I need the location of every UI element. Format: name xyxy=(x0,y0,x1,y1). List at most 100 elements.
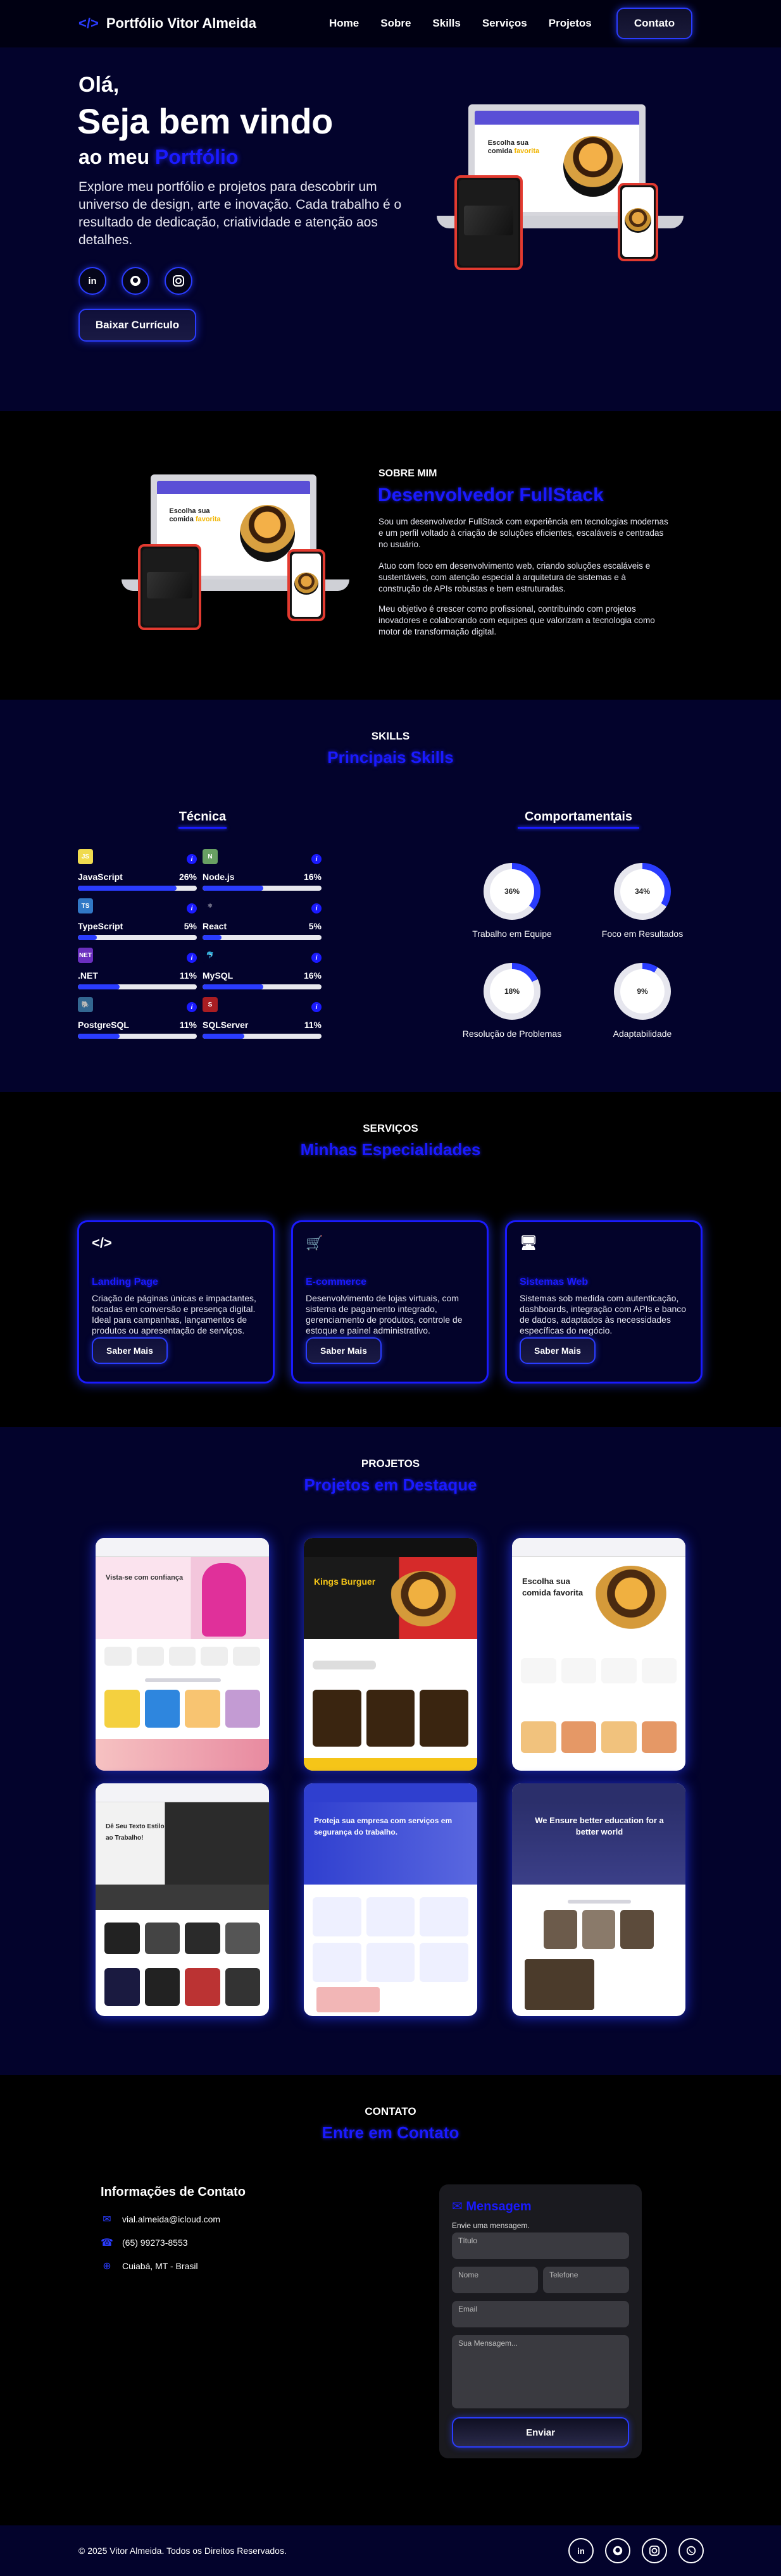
soft-skill-label: Resolução de Problemas xyxy=(462,1029,562,1039)
hero-device-mockup: Escolha sua comida favorita xyxy=(437,104,684,275)
info-icon[interactable]: i xyxy=(311,1002,322,1012)
service-more-button[interactable]: Saber Mais xyxy=(92,1337,168,1364)
skill-percent: 16% xyxy=(303,970,322,981)
info-icon[interactable]: i xyxy=(187,1002,197,1012)
nav-link-home[interactable]: Home xyxy=(329,17,359,30)
message-textarea[interactable]: Sua Mensagem... xyxy=(452,2335,629,2408)
skill-name: .NET xyxy=(78,970,98,981)
service-title: E-commerce xyxy=(306,1277,367,1287)
project-card[interactable]: Kings Burguer xyxy=(304,1538,477,1771)
contact-section: CONTATO Entre em Contato Informações de … xyxy=(0,2075,781,2525)
form-subtitle: Envie uma mensagem. xyxy=(452,2221,530,2230)
info-icon[interactable]: i xyxy=(311,903,322,913)
contact-phone[interactable]: ☎ (65) 99273-8553 xyxy=(101,2236,188,2249)
skill-track xyxy=(203,935,322,940)
whatsapp-icon[interactable] xyxy=(678,2538,704,2563)
github-icon[interactable] xyxy=(605,2538,630,2563)
send-button[interactable]: Enviar xyxy=(452,2417,629,2448)
mock-text-highlight: favorita xyxy=(195,516,221,523)
soft-skill-percent: 9% xyxy=(620,969,665,1013)
soft-skill-percent: 34% xyxy=(620,869,665,913)
hero-greeting: Olá, xyxy=(78,73,120,97)
skill-name: Node.js xyxy=(203,872,235,882)
email-input[interactable]: Email xyxy=(452,2301,629,2327)
hero-socials: in xyxy=(78,267,192,295)
hero-description: Explore meu portfólio e projetos para de… xyxy=(78,180,402,247)
instagram-icon[interactable] xyxy=(642,2538,667,2563)
project-card[interactable]: Escolha sua comida favorita xyxy=(512,1538,685,1771)
services-section: SERVIÇOS Minhas Especialidades </> Landi… xyxy=(0,1092,781,1427)
mock-text-highlight: favorita xyxy=(514,147,540,155)
soft-skill-label: Adaptabilidade xyxy=(613,1029,672,1039)
skill-fill xyxy=(78,1034,120,1039)
info-icon[interactable]: i xyxy=(311,854,322,864)
skill-logo-icon: 🐘 xyxy=(78,997,93,1012)
soft-skill-percent: 18% xyxy=(490,969,534,1013)
contact-email[interactable]: ✉ vial.almeida@icloud.com xyxy=(101,2213,220,2226)
project-card[interactable]: Dê Seu Texto Estilo ao Trabalho! xyxy=(96,1783,269,2016)
nav-link-sobre[interactable]: Sobre xyxy=(380,17,411,30)
skill-fill xyxy=(203,886,264,891)
skill-nodejs: Ni Node.js 16% xyxy=(203,849,322,891)
brand-title: Portfólio Vitor Almeida xyxy=(106,15,256,31)
brand[interactable]: </> Portfólio Vitor Almeida xyxy=(78,15,256,32)
code-icon: </> xyxy=(92,1235,112,1251)
service-more-button[interactable]: Saber Mais xyxy=(306,1337,382,1364)
footer-socials: in xyxy=(568,2538,704,2563)
project-caption: Vista-se com confiança xyxy=(106,1574,184,1582)
soft-skill-label: Trabalho em Equipe xyxy=(472,929,552,939)
title-input[interactable]: Título xyxy=(452,2232,629,2259)
skill-track xyxy=(78,886,197,891)
nav-link-servicos[interactable]: Serviços xyxy=(482,17,527,30)
info-icon[interactable]: i xyxy=(187,953,197,963)
about-paragraph: Sou um desenvolvedor FullStack com exper… xyxy=(378,517,668,549)
contact-info-title: Informações de Contato xyxy=(101,2185,246,2199)
skill-name: MySQL xyxy=(203,970,234,981)
linkedin-icon[interactable]: in xyxy=(568,2538,594,2563)
info-icon[interactable]: i xyxy=(311,953,322,963)
skill-name: TypeScript xyxy=(78,921,123,931)
nav-link-projetos[interactable]: Projetos xyxy=(549,17,592,30)
nav-link-skills[interactable]: Skills xyxy=(432,17,460,30)
skill-logo-icon: TS xyxy=(78,898,93,913)
skill-percent: 26% xyxy=(178,872,197,882)
skill-fill xyxy=(203,935,222,940)
instagram-icon[interactable] xyxy=(165,267,192,295)
nav-contact-button[interactable]: Contato xyxy=(616,8,692,39)
skills-title: Principais Skills xyxy=(327,748,454,767)
skill-fill xyxy=(78,984,120,989)
service-more-button[interactable]: Saber Mais xyxy=(520,1337,596,1364)
github-icon[interactable] xyxy=(122,267,149,295)
contact-location-text: Cuiabá, MT - Brasil xyxy=(122,2261,198,2271)
skill-fill xyxy=(78,886,177,891)
linkedin-icon[interactable]: in xyxy=(78,267,106,295)
monitor-icon: 🖥 xyxy=(520,1235,537,1251)
info-icon[interactable]: i xyxy=(187,854,197,864)
skills-kicker: SKILLS xyxy=(371,730,410,742)
project-card[interactable]: We Ensure better education for a better … xyxy=(512,1783,685,2016)
skill-name: PostgreSQL xyxy=(78,1020,129,1030)
name-input[interactable]: Nome xyxy=(452,2267,538,2293)
skill-track xyxy=(203,984,322,989)
skill-percent: 11% xyxy=(179,1020,197,1030)
skill-percent: 5% xyxy=(308,921,322,931)
info-icon[interactable]: i xyxy=(187,903,197,913)
project-card[interactable]: Vista-se com confiança xyxy=(96,1538,269,1771)
phone-input[interactable]: Telefone xyxy=(543,2267,629,2293)
hero-welcome: Seja bem vindo xyxy=(77,101,333,141)
hero-subtitle: ao meu Portfólio xyxy=(78,146,238,169)
contact-form: ✉ Mensagem Envie uma mensagem. Título No… xyxy=(439,2184,642,2458)
contact-phone-text: (65) 99273-8553 xyxy=(122,2238,188,2248)
burger-image xyxy=(239,504,295,562)
about-title: Desenvolvedor FullStack xyxy=(378,485,604,505)
service-description: Desenvolvimento de lojas virtuais, com s… xyxy=(306,1293,463,1335)
project-card[interactable]: Proteja sua empresa com serviços em segu… xyxy=(304,1783,477,2016)
service-card-ecommerce: 🛒 E-commerce Desenvolvimento de lojas vi… xyxy=(291,1220,489,1384)
contact-title: Entre em Contato xyxy=(322,2123,459,2142)
project-caption: Dê Seu Texto Estilo ao Trabalho! xyxy=(106,1823,165,1842)
skill-net: NET i .NET 11% xyxy=(78,948,197,989)
hero-subtitle-highlight: Portfólio xyxy=(154,146,239,168)
skill-name: JavaScript xyxy=(78,872,123,882)
download-cv-button[interactable]: Baixar Currículo xyxy=(78,309,196,342)
cart-icon: 🛒 xyxy=(306,1235,323,1251)
